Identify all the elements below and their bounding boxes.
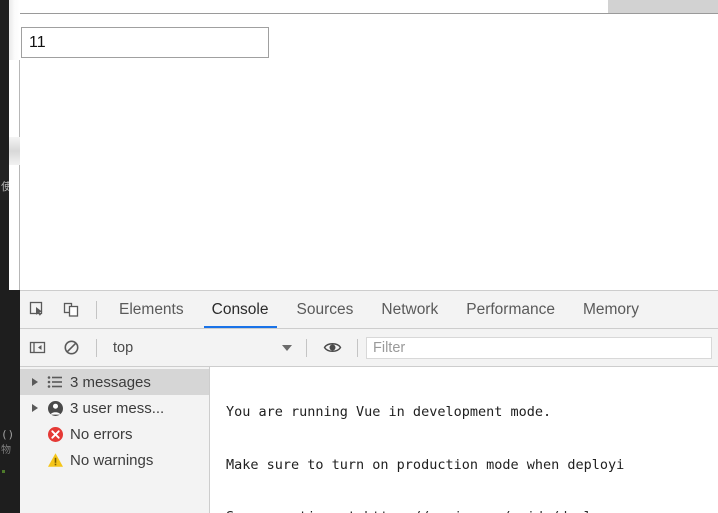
list-icon	[42, 375, 68, 389]
console-message-list: You are running Vue in development mode.…	[210, 367, 718, 513]
tab-elements[interactable]: Elements	[105, 291, 198, 328]
console-body: 3 messages 3 user mess... No errors No w…	[20, 367, 718, 513]
chevron-right-icon[interactable]	[28, 378, 42, 386]
tab-performance[interactable]: Performance	[452, 291, 569, 328]
sidebar-item-messages[interactable]: 3 messages	[20, 369, 209, 395]
toolbar-divider	[96, 300, 97, 319]
console-sidebar: 3 messages 3 user mess... No errors No w…	[20, 367, 210, 513]
filterbar-divider-2	[306, 338, 307, 357]
console-message-line: Make sure to turn on production mode whe…	[226, 456, 625, 473]
sidebar-item-warnings[interactable]: No warnings	[20, 447, 209, 473]
background-editor-glyph-3: 物	[1, 445, 11, 456]
tab-network[interactable]: Network	[367, 291, 452, 328]
tab-memory[interactable]: Memory	[569, 291, 653, 328]
console-filter-input[interactable]	[366, 336, 712, 359]
tab-sources[interactable]: Sources	[283, 291, 368, 328]
error-circle-icon	[42, 426, 68, 443]
background-editor-glyph-2: ()	[1, 428, 15, 441]
device-toolbar-icon[interactable]	[54, 292, 88, 328]
screen-root: 使 () 物 Ele	[0, 0, 718, 513]
page-text-input[interactable]	[21, 27, 269, 58]
window-left-highlight-strip-lower	[9, 137, 20, 165]
vuejs-deployment-link[interactable]: https://vuejs.org/guide/deployme	[364, 509, 624, 513]
sidebar-item-user-messages[interactable]: 3 user mess...	[20, 395, 209, 421]
user-icon	[42, 400, 68, 417]
filterbar-divider-3	[357, 338, 358, 357]
console-context-label: top	[113, 339, 134, 356]
window-top-gray-strip	[608, 0, 718, 13]
sidebar-item-user-messages-label: 3 user mess...	[70, 399, 165, 417]
window-left-highlight-strip	[9, 0, 20, 60]
sidebar-item-warnings-label: No warnings	[70, 451, 154, 469]
clear-console-icon[interactable]	[54, 330, 88, 366]
chevron-right-icon[interactable]	[28, 404, 42, 412]
devtools-panel: Elements Console Sources Network Perform…	[20, 290, 718, 513]
sidebar-item-errors-label: No errors	[70, 425, 133, 443]
link-prefix-text: See more tips at	[226, 509, 364, 513]
console-context-select[interactable]: top	[105, 336, 298, 360]
console-filter-bar: top	[20, 329, 718, 367]
console-message-vue-devmode[interactable]: You are running Vue in development mode.…	[210, 367, 718, 513]
filterbar-divider-1	[96, 338, 97, 357]
sidebar-toggle-icon[interactable]	[20, 330, 54, 366]
sidebar-item-errors[interactable]: No errors	[20, 421, 209, 447]
live-expression-eye-icon[interactable]	[315, 330, 349, 366]
chevron-down-icon	[282, 344, 292, 351]
tab-console[interactable]: Console	[198, 291, 283, 328]
devtools-toolbar: Elements Console Sources Network Perform…	[20, 291, 718, 329]
sidebar-item-messages-label: 3 messages	[70, 373, 151, 391]
devtools-tab-strip: Elements Console Sources Network Perform…	[105, 291, 653, 328]
background-editor-marker	[2, 470, 5, 473]
warning-triangle-icon	[42, 452, 68, 469]
console-message-line-with-link: See more tips at https://vuejs.org/guide…	[226, 509, 718, 513]
page-top-border	[19, 13, 718, 14]
console-message-line: You are running Vue in development mode.	[226, 404, 552, 420]
inspect-cursor-icon[interactable]	[20, 292, 54, 328]
